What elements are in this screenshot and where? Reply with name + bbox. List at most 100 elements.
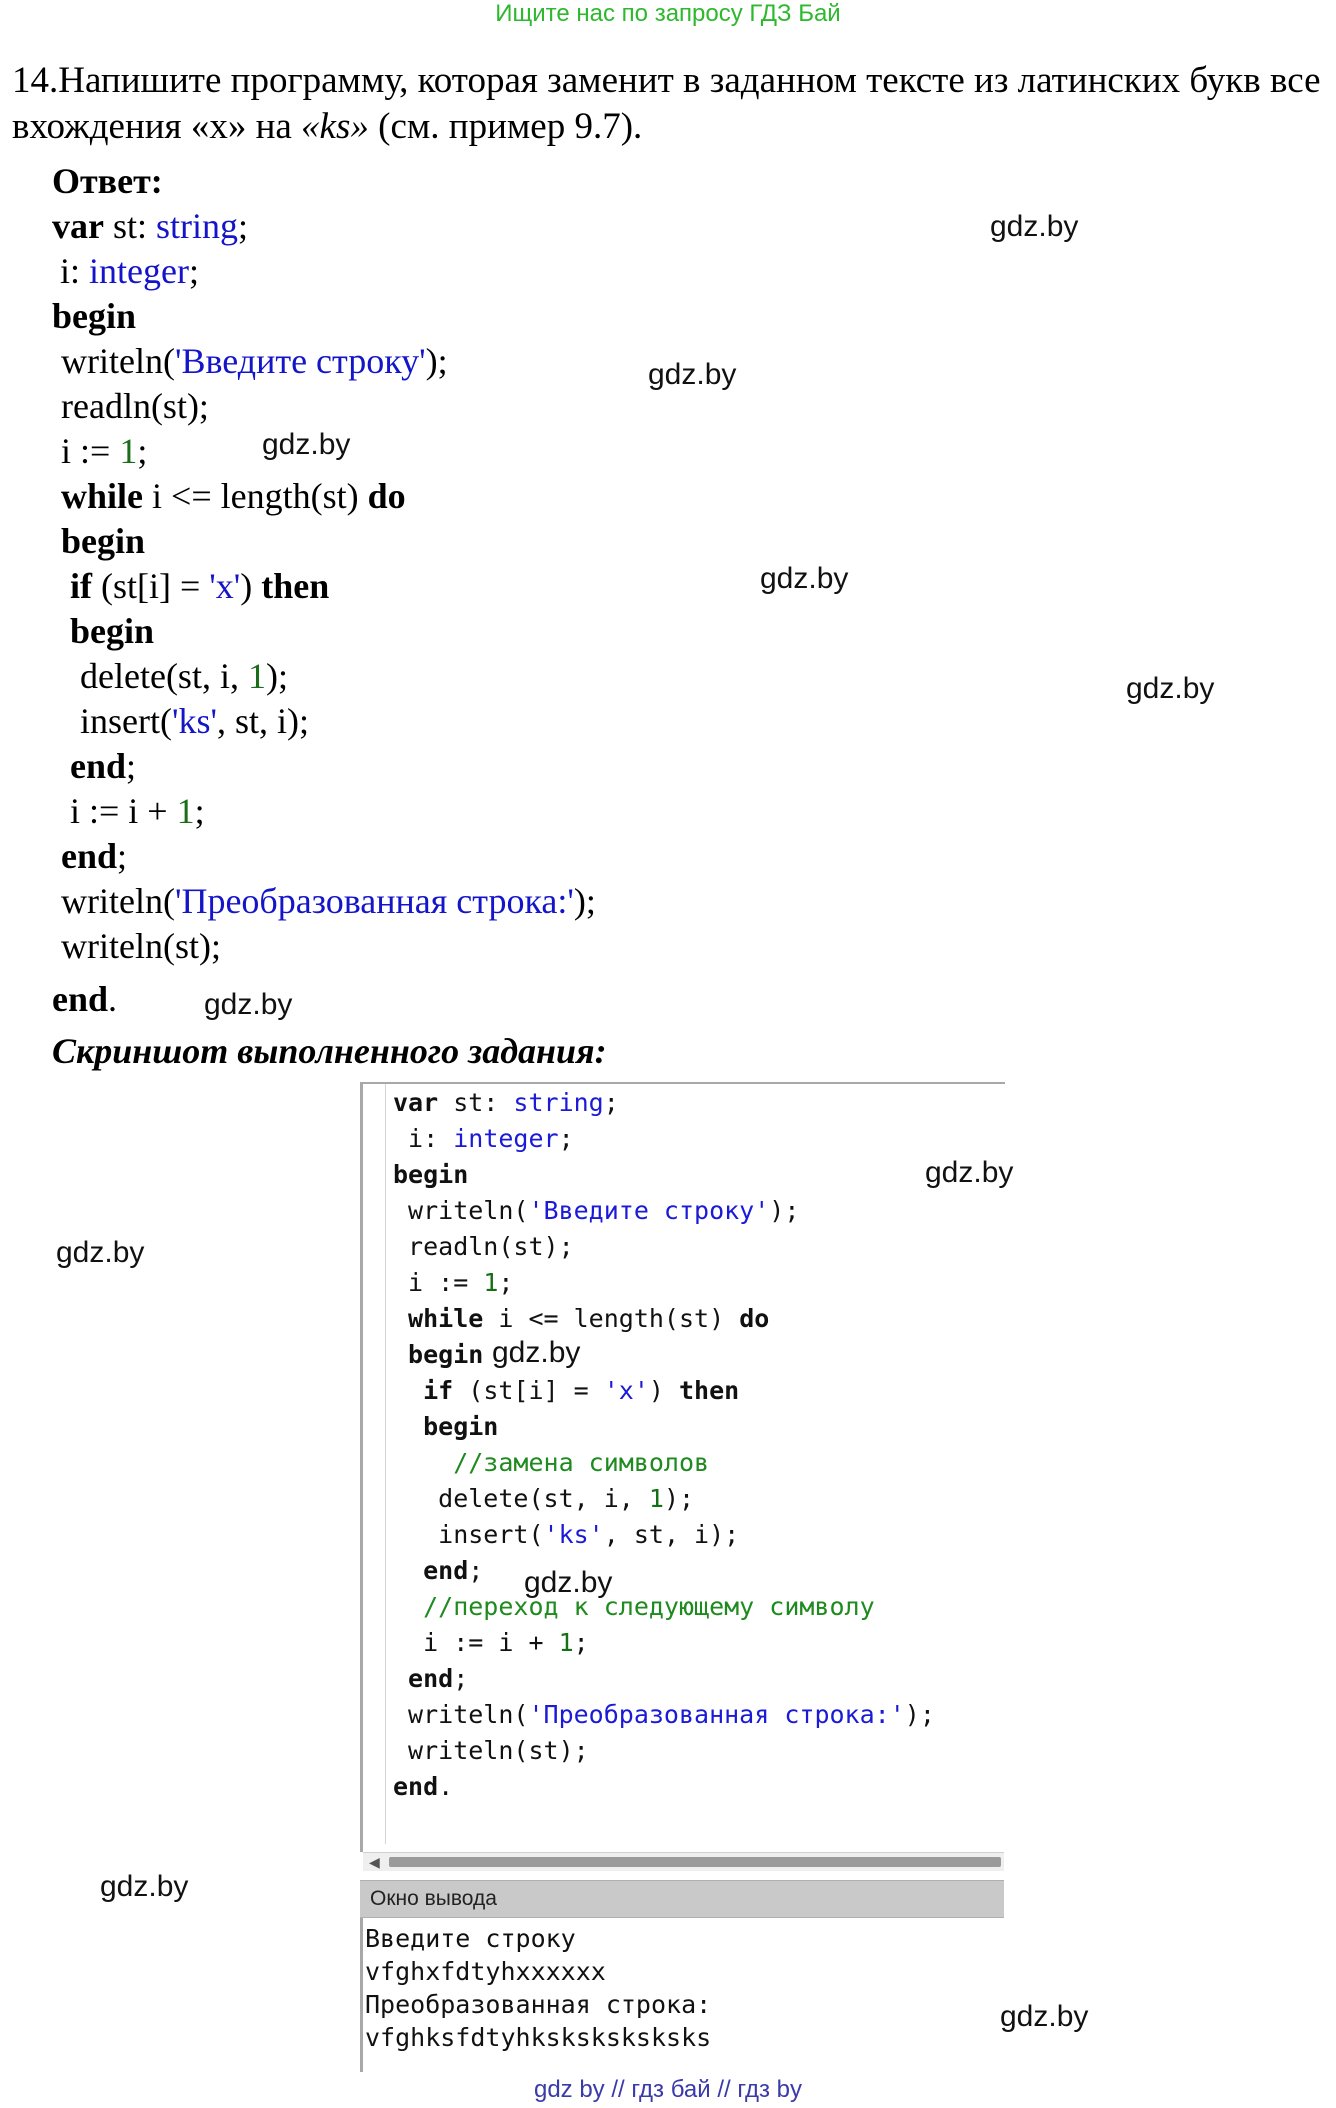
editor-comment: //переход к следующему символу: [393, 1592, 875, 1621]
editor-keyword: while: [393, 1304, 484, 1333]
editor-text: i <= length(st): [483, 1304, 740, 1333]
editor-string: 'x': [603, 1376, 649, 1405]
code-text: ;: [117, 836, 128, 876]
code-line: delete(st, i, 1);: [80, 655, 288, 697]
editor-line: var st: string;: [393, 1088, 619, 1117]
search-banner[interactable]: Ищите нас по запросу ГДЗ Бай: [0, 0, 1336, 28]
code-line: insert('ks', st, i);: [80, 700, 309, 742]
output-line: Преобразованная строка:: [365, 1990, 712, 2019]
editor-text: writeln(: [393, 1196, 529, 1225]
editor-line: end.: [393, 1772, 453, 1801]
editor-number: 1: [483, 1268, 499, 1297]
code-line: readln(st);: [61, 386, 209, 426]
editor-keyword: end: [393, 1556, 469, 1585]
task-text-1: 14.Напишите программу, которая заменит в…: [12, 60, 1321, 147]
code-keyword: var: [52, 206, 104, 246]
watermark: gdz.by: [100, 1870, 189, 1903]
code-type: string: [156, 206, 239, 246]
scroll-left-arrow-icon[interactable]: ◀: [369, 1855, 380, 1871]
editor-text: i:: [393, 1124, 454, 1153]
editor-line: writeln(st);: [393, 1736, 589, 1765]
watermark: gdz.by: [648, 358, 737, 391]
output-window-header: Окно вывода: [360, 1880, 1004, 1918]
editor-keyword: if: [393, 1376, 454, 1405]
code-line: i: integer;: [60, 250, 199, 292]
editor-number: 1: [648, 1484, 664, 1513]
code-text: ;: [194, 791, 205, 831]
watermark: gdz.by: [760, 562, 849, 595]
output-window: Введите строку vfghxfdtyhxxxxxx Преобраз…: [360, 1918, 1007, 2072]
editor-keyword: end: [393, 1664, 454, 1693]
editor-keyword: begin: [393, 1340, 484, 1369]
editor-text: writeln(: [393, 1700, 529, 1729]
code-line: begin: [52, 295, 136, 337]
watermark: gdz.by: [524, 1566, 613, 1599]
horizontal-scrollbar[interactable]: ◀: [363, 1852, 1004, 1871]
watermark: gdz.by: [1126, 672, 1215, 705]
output-line: vfghxfdtyhxxxxxx: [365, 1957, 606, 1986]
editor-keyword: end: [393, 1772, 439, 1801]
code-text: insert(: [80, 701, 172, 741]
editor-text: ;: [603, 1088, 619, 1117]
code-text: i <= length(st): [143, 476, 368, 516]
editor-line: while i <= length(st) do: [393, 1304, 769, 1333]
editor-text: );: [904, 1700, 935, 1729]
editor-keyword: do: [739, 1304, 770, 1333]
screenshot-label: Скриншот выполненного задания:: [52, 1031, 607, 1071]
editor-line: begin: [393, 1412, 498, 1441]
editor-text: ;: [573, 1628, 589, 1657]
editor-text: ;: [498, 1268, 514, 1297]
editor-comment: //замена символов: [393, 1448, 710, 1477]
code-keyword: do: [367, 476, 406, 516]
code-line: while i <= length(st) do: [61, 475, 406, 517]
task-text-italic: «ks»: [301, 106, 369, 147]
editor-type: integer: [453, 1124, 559, 1153]
code-keyword: then: [261, 566, 330, 606]
code-number: 1: [247, 656, 266, 696]
code-keyword: begin: [70, 611, 155, 651]
answer-label: Ответ:: [52, 161, 163, 201]
scrollbar-thumb[interactable]: [389, 1857, 1001, 1867]
editor-text: .: [438, 1772, 454, 1801]
editor-type: string: [513, 1088, 604, 1117]
code-text: i:: [60, 251, 90, 291]
code-keyword: while: [61, 476, 144, 516]
editor-text: ;: [468, 1556, 484, 1585]
editor-line: i := i + 1;: [393, 1628, 589, 1657]
editor-line: begin: [393, 1160, 468, 1189]
editor-text: );: [769, 1196, 800, 1225]
editor-string: 'ks': [543, 1520, 604, 1549]
code-text: ;: [238, 206, 249, 246]
editor-text: i := i +: [393, 1628, 559, 1657]
watermark: gdz.by: [492, 1336, 581, 1369]
code-line: if (st[i] = 'x') then: [70, 565, 329, 607]
editor-text: insert(: [393, 1520, 544, 1549]
editor-text: st:: [438, 1088, 514, 1117]
code-text: i :=: [61, 431, 120, 471]
footer-links[interactable]: gdz by // гдз бай // гдз by: [0, 2076, 1336, 2104]
editor-line: end;: [393, 1556, 483, 1585]
output-line: vfghksfdtyhksksksksksks: [365, 2023, 712, 2052]
code-number: 1: [176, 791, 195, 831]
editor-number: 1: [558, 1628, 574, 1657]
editor-line: i: integer;: [393, 1124, 574, 1153]
editor-text: ;: [453, 1664, 469, 1693]
code-string: 'x': [209, 566, 241, 606]
code-keyword: end: [52, 979, 109, 1019]
code-editor[interactable]: var st: string; i: integer; begin writel…: [360, 1082, 1005, 1852]
code-line: writeln('Преобразованная строка:');: [61, 880, 596, 922]
code-line: var st: string;: [52, 205, 248, 247]
editor-keyword: then: [679, 1376, 740, 1405]
code-line: i := 1;: [61, 430, 147, 472]
task-statement: 14.Напишите программу, которая заменит в…: [12, 58, 1322, 150]
code-keyword: begin: [52, 296, 137, 336]
code-line: writeln('Введите строку');: [61, 340, 448, 382]
editor-text: );: [663, 1484, 695, 1513]
watermark: gdz.by: [204, 988, 293, 1021]
editor-line: end;: [393, 1664, 468, 1693]
code-line: writeln(st);: [61, 926, 221, 966]
editor-line: //замена символов: [393, 1448, 709, 1477]
code-string: 'Введите строку': [174, 341, 426, 381]
code-keyword: end: [70, 746, 127, 786]
code-line: end;: [70, 745, 136, 787]
